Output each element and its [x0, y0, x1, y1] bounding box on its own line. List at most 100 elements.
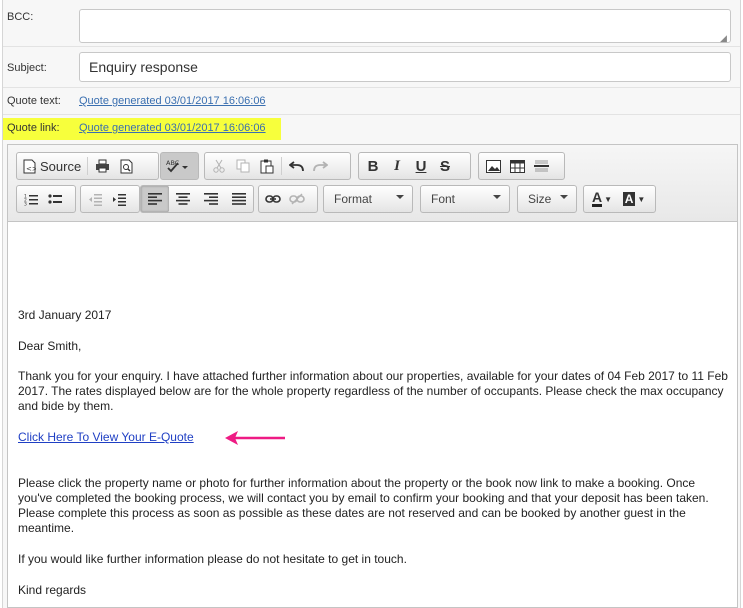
document-group: <> Source: [16, 152, 159, 180]
align-center-button[interactable]: [169, 188, 197, 210]
table-icon: [509, 159, 525, 173]
chevron-down-icon: ▼: [604, 194, 613, 204]
background-color-icon: A: [622, 192, 636, 206]
increase-indent-button[interactable]: [107, 188, 131, 210]
bulleted-list-button[interactable]: [43, 188, 67, 210]
font-dropdown[interactable]: Font: [420, 185, 510, 213]
chevron-down-icon: ▼: [637, 194, 646, 204]
toolbar-separator: [281, 157, 282, 175]
numbered-list-button[interactable]: 123: [19, 188, 43, 210]
chevron-down-icon: [560, 195, 568, 199]
letter-greeting: Dear Smith,: [18, 339, 82, 353]
format-label: Format: [334, 192, 373, 206]
clipboard-group: [204, 152, 351, 180]
bulleted-list-icon: [48, 193, 62, 204]
bold-button[interactable]: B: [361, 155, 385, 177]
letter-paragraph-2: Please click the property name or photo …: [18, 476, 709, 535]
table-button[interactable]: [505, 155, 529, 177]
undo-icon: [288, 161, 304, 172]
redo-button[interactable]: [308, 155, 332, 177]
copy-button[interactable]: [231, 155, 255, 177]
link-button[interactable]: [261, 188, 285, 210]
quote-text-row: Quote text: Quote generated 03/01/2017 1…: [3, 88, 740, 115]
link-icon: [265, 195, 281, 203]
quote-text-link[interactable]: Quote generated 03/01/2017 16:06:06: [79, 95, 266, 107]
list-group: 123: [16, 185, 76, 213]
bcc-row: BCC: ◢: [3, 0, 740, 47]
subject-label: Subject:: [7, 62, 47, 74]
unlink-icon: [289, 193, 305, 205]
unlink-button[interactable]: [285, 188, 309, 210]
cut-icon: [213, 159, 225, 173]
preview-icon: [120, 159, 133, 173]
source-label: Source: [40, 158, 82, 174]
bcc-label: BCC:: [7, 11, 34, 23]
strikethrough-button[interactable]: S: [433, 155, 457, 177]
size-dropdown[interactable]: Size: [517, 185, 577, 213]
horizontal-rule-button[interactable]: [529, 155, 553, 177]
bcc-field[interactable]: [79, 9, 731, 43]
decrease-indent-icon: [89, 193, 102, 206]
size-label: Size: [528, 192, 552, 206]
toolbar-separator: [87, 157, 89, 175]
align-left-icon: [148, 193, 162, 205]
text-color-button[interactable]: A ▼: [586, 188, 618, 210]
link-group: [258, 185, 318, 213]
background-color-button[interactable]: A ▼: [618, 188, 650, 210]
email-compose-form: BCC: ◢ Subject: Quote text: Quote genera…: [2, 0, 741, 608]
paste-icon: [260, 159, 274, 173]
letter-date: 3rd January 2017: [18, 308, 112, 322]
spellcheck-button[interactable]: ABC: [163, 155, 191, 177]
print-icon: [95, 159, 109, 173]
indent-group: [80, 185, 140, 213]
chevron-down-icon: [396, 195, 404, 199]
annotation-arrow-icon: [225, 429, 287, 447]
horizontal-rule-icon: [533, 160, 549, 172]
decrease-indent-button[interactable]: [83, 188, 107, 210]
image-icon: [485, 159, 501, 173]
rich-text-editor: <> Source ABC B I U S 1 2 3 Format Font …: [7, 144, 738, 608]
letter-closing: Kind regards: [18, 583, 87, 597]
undo-button[interactable]: [284, 155, 308, 177]
align-right-button[interactable]: [197, 188, 225, 210]
quote-link-label: Quote link:: [7, 122, 60, 134]
format-dropdown[interactable]: Format: [323, 185, 413, 213]
print-button[interactable]: [90, 155, 114, 177]
alignment-group: [140, 185, 254, 213]
text-color-icon: A: [591, 189, 603, 207]
cut-button[interactable]: [207, 155, 231, 177]
equote-link[interactable]: Click Here To View Your E-Quote: [18, 430, 194, 444]
subject-field[interactable]: [79, 52, 731, 82]
align-left-button[interactable]: [141, 186, 169, 212]
basic-styles-group: B I U S: [358, 152, 471, 180]
paste-button[interactable]: [255, 155, 279, 177]
numbered-list-icon: 123: [24, 193, 38, 206]
spellcheck-icon: ABC: [166, 159, 188, 173]
italic-button[interactable]: I: [385, 155, 409, 177]
increase-indent-icon: [113, 193, 126, 206]
quote-text-label: Quote text:: [7, 95, 61, 107]
subject-row: Subject:: [3, 47, 740, 88]
image-button[interactable]: [481, 155, 505, 177]
font-label: Font: [431, 192, 456, 206]
preview-button[interactable]: [114, 155, 138, 177]
underline-button[interactable]: U: [409, 155, 433, 177]
source-button[interactable]: <> Source: [19, 155, 85, 177]
copy-icon: [236, 159, 250, 173]
letter-paragraph-1: Thank you for your enquiry. I have attac…: [18, 369, 728, 413]
redo-icon: [312, 161, 328, 172]
spellcheck-group: ABC: [160, 152, 199, 180]
justify-button[interactable]: [225, 188, 253, 210]
letter-paragraph-3: If you would like further information pl…: [18, 552, 407, 566]
colors-group: A ▼ A ▼: [583, 185, 656, 213]
source-icon: <>: [23, 159, 36, 173]
chevron-down-icon: [493, 195, 501, 199]
resize-handle-icon[interactable]: ◢: [720, 33, 727, 44]
justify-icon: [232, 193, 246, 205]
quote-link-link[interactable]: Quote generated 03/01/2017 16:06:06: [79, 122, 266, 134]
svg-text:3: 3: [24, 201, 27, 206]
align-center-icon: [176, 193, 190, 205]
editor-toolbar: <> Source ABC B I U S 1 2 3 Format Font …: [8, 145, 737, 222]
quote-link-row: Quote link: Quote generated 03/01/2017 1…: [3, 115, 740, 142]
insert-group: [478, 152, 565, 180]
